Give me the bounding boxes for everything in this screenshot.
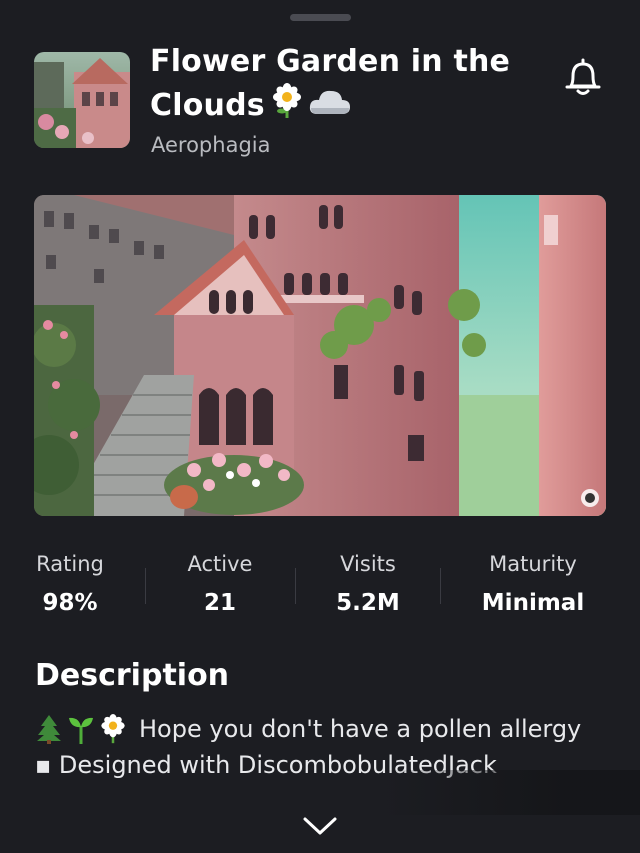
experience-details-sheet: Flower Garden in the Clouds Aerophagia R…: [0, 0, 640, 853]
flower-emoji-icon: [272, 83, 301, 118]
stat-value-active: 21: [203, 590, 236, 616]
game-title-line2: Clouds: [150, 88, 265, 123]
stat-visits: Visits 5.2M: [330, 552, 406, 616]
stat-divider: [440, 568, 441, 604]
creator-name[interactable]: Aerophagia: [151, 133, 270, 157]
stat-active: Active 21: [182, 552, 258, 616]
game-title: Flower Garden in the Clouds: [150, 40, 530, 127]
description-line-1-text: Hope you don't have a pollen allergy: [139, 715, 582, 743]
flower-emoji-icon: [101, 714, 125, 744]
seedling-emoji-icon: [69, 717, 93, 744]
stat-divider: [145, 568, 146, 604]
game-thumbnail: [34, 52, 130, 148]
stat-maturity: Maturity Minimal: [474, 552, 592, 616]
description-line-1: Hope you don't have a pollen allergy: [35, 714, 581, 744]
chevron-down-icon[interactable]: [302, 815, 338, 837]
game-title-line1: Flower Garden in the: [150, 44, 511, 79]
description-fade: [380, 770, 640, 815]
bell-icon[interactable]: [563, 56, 603, 98]
cloud-emoji-icon: [309, 90, 350, 114]
stat-value-visits: 5.2M: [336, 590, 400, 616]
stat-label-maturity: Maturity: [489, 552, 577, 576]
game-banner-image[interactable]: [34, 195, 606, 516]
stat-value-rating: 98%: [42, 590, 98, 616]
drag-handle[interactable]: [290, 14, 351, 21]
stat-label-visits: Visits: [340, 552, 396, 576]
stat-divider: [295, 568, 296, 604]
stat-label-rating: Rating: [36, 552, 104, 576]
description-heading: Description: [35, 658, 230, 693]
stat-rating: Rating 98%: [35, 552, 105, 616]
tree-emoji-icon: [37, 715, 61, 744]
stat-value-maturity: Minimal: [481, 590, 585, 616]
stat-label-active: Active: [187, 552, 253, 576]
